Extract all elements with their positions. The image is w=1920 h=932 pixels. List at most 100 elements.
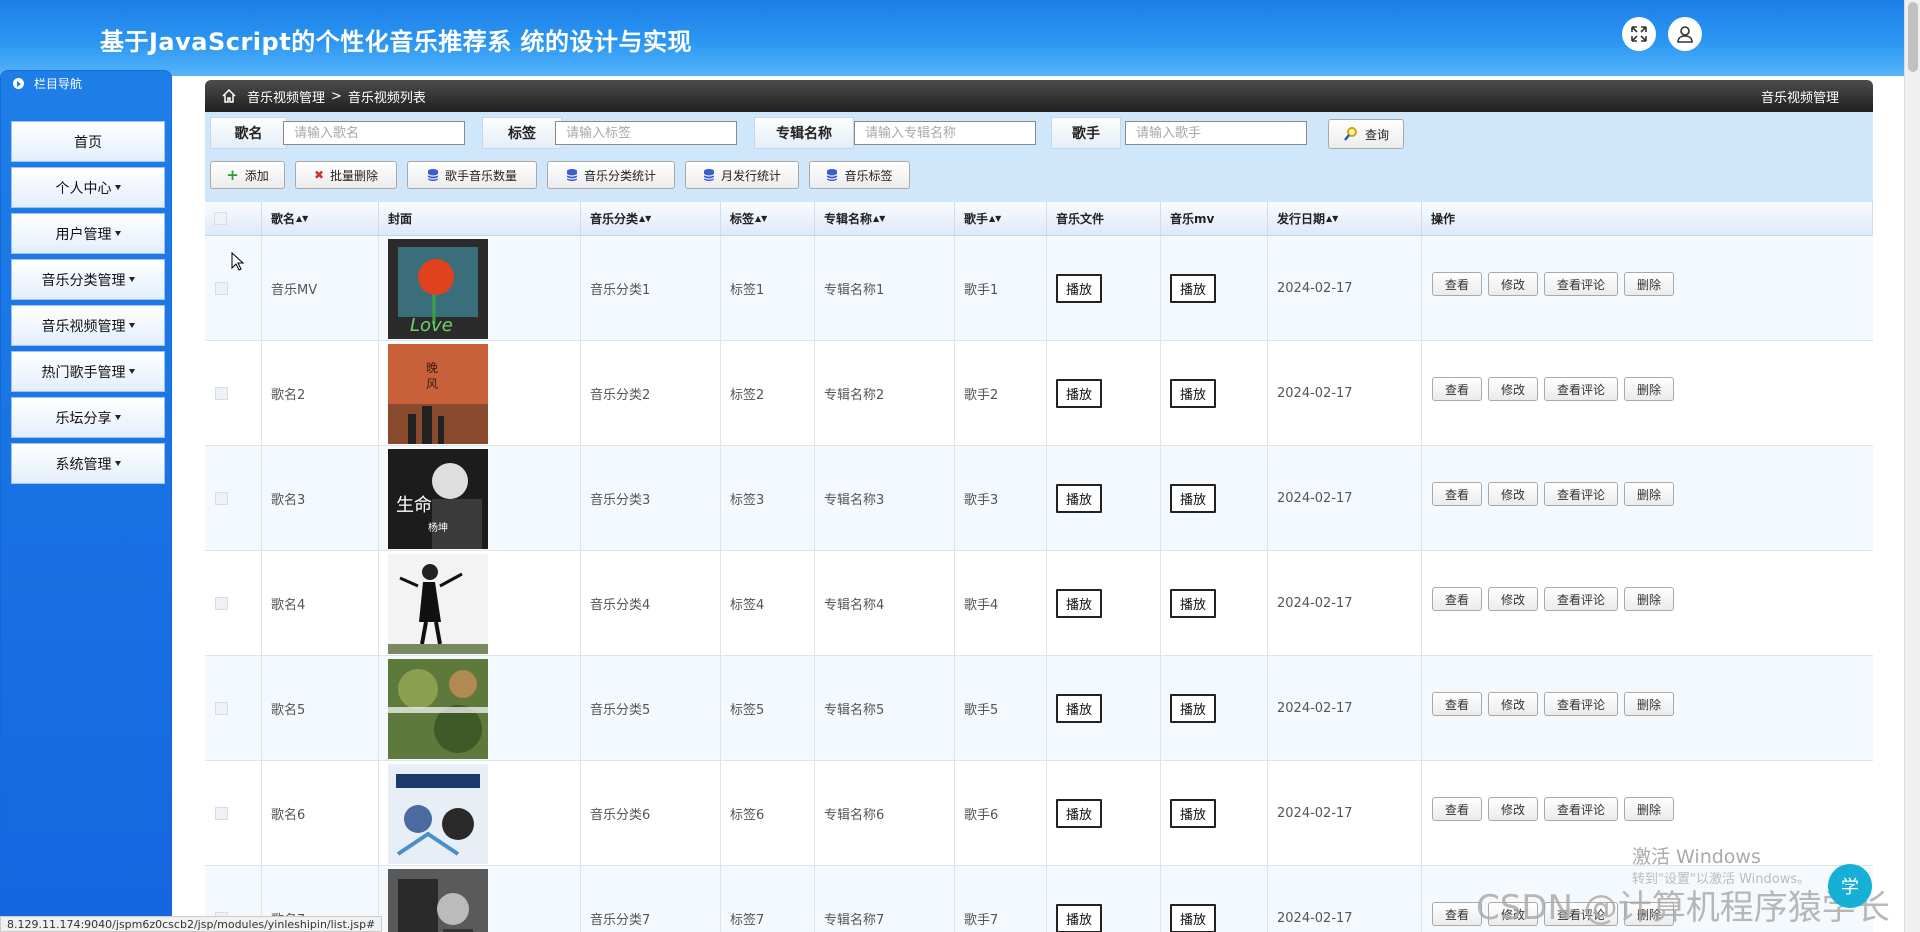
view-button[interactable]: 查看	[1432, 272, 1483, 296]
cover-image[interactable]	[388, 868, 488, 932]
cover-image[interactable]: 生命 杨坤	[388, 448, 488, 549]
play-mv-button[interactable]: 播放	[1170, 484, 1217, 513]
sidebar-item-personal[interactable]: 个人中心	[11, 167, 165, 208]
view-button[interactable]: 查看	[1432, 482, 1483, 506]
table-row: 歌名3 生命 杨坤 音乐分类3 标签3 专辑名称3 歌手3 播放 播放 2024-02-17 查看修…	[205, 446, 1873, 551]
row-checkbox[interactable]	[215, 702, 228, 715]
category-stats-button[interactable]: 音乐分类统计	[547, 161, 675, 189]
sidebar-item-share[interactable]: 乐坛分享	[11, 397, 165, 438]
row-checkbox[interactable]	[215, 597, 228, 610]
view-button[interactable]: 查看	[1432, 587, 1483, 611]
col-singer[interactable]: 歌手 ▲▼	[955, 202, 1047, 236]
cover-image[interactable]: Love	[388, 238, 488, 339]
play-music-button[interactable]: 播放	[1056, 274, 1103, 303]
delete-button[interactable]: 删除	[1624, 272, 1675, 296]
sidebar-item-users[interactable]: 用户管理	[11, 213, 165, 254]
table-cell: 2024-02-17	[1268, 236, 1422, 341]
view-comments-button[interactable]: 查看评论	[1544, 272, 1619, 296]
view-comments-button[interactable]: 查看评论	[1544, 797, 1619, 821]
delete-button[interactable]: 删除	[1624, 797, 1675, 821]
float-badge[interactable]: 学	[1828, 864, 1872, 908]
play-music-button[interactable]: 播放	[1056, 799, 1103, 828]
table-cell	[205, 761, 262, 866]
edit-button[interactable]: 修改	[1488, 377, 1539, 401]
view-comments-button[interactable]: 查看评论	[1544, 377, 1619, 401]
sidebar-item-singers[interactable]: 热门歌手管理	[11, 351, 165, 392]
play-music-button[interactable]: 播放	[1056, 379, 1103, 408]
table-cell: 标签3	[721, 446, 815, 551]
album-name: 专辑名称2	[824, 388, 885, 403]
play-mv-button[interactable]: 播放	[1170, 904, 1217, 932]
tag-input[interactable]	[555, 121, 737, 145]
play-mv-button[interactable]: 播放	[1170, 274, 1217, 303]
song-name-input[interactable]	[283, 121, 465, 145]
music-tags-button[interactable]: 音乐标签	[809, 161, 910, 189]
play-mv-button[interactable]: 播放	[1170, 589, 1217, 618]
edit-button[interactable]: 修改	[1488, 482, 1539, 506]
delete-button[interactable]: 删除	[1624, 587, 1675, 611]
page-scrollbar[interactable]	[1904, 0, 1920, 932]
delete-button[interactable]: 删除	[1624, 377, 1675, 401]
query-button[interactable]: 查询	[1328, 119, 1404, 149]
edit-button[interactable]: 修改	[1488, 272, 1539, 296]
edit-button[interactable]: 修改	[1488, 797, 1539, 821]
batch-delete-button[interactable]: ✖ 批量删除	[295, 161, 397, 189]
row-checkbox[interactable]	[215, 807, 228, 820]
monthly-stats-button[interactable]: 月发行统计	[685, 161, 799, 189]
cover-image[interactable]	[388, 658, 488, 759]
fullscreen-button[interactable]	[1622, 17, 1656, 51]
play-mv-button[interactable]: 播放	[1170, 379, 1217, 408]
cover-image[interactable]	[388, 763, 488, 864]
row-actions: 查看 修改 查看评论 删除	[1432, 377, 1680, 401]
cover-image[interactable]	[388, 553, 488, 654]
category: 音乐分类6	[590, 808, 651, 823]
view-button[interactable]: 查看	[1432, 692, 1483, 716]
view-comments-button[interactable]: 查看评论	[1544, 692, 1619, 716]
view-button[interactable]: 查看	[1432, 377, 1483, 401]
album-input[interactable]	[854, 121, 1036, 145]
table-cell	[379, 761, 581, 866]
home-icon[interactable]	[221, 88, 237, 104]
col-label: 发行日期	[1277, 212, 1326, 226]
tag: 标签2	[730, 388, 765, 403]
view-comments-button[interactable]: 查看评论	[1544, 587, 1619, 611]
scrollbar-thumb[interactable]	[1908, 2, 1918, 72]
table-cell: 2024-02-17	[1268, 446, 1422, 551]
edit-button[interactable]: 修改	[1488, 692, 1539, 716]
col-category[interactable]: 音乐分类 ▲▼	[581, 202, 721, 236]
release-date: 2024-02-17	[1277, 386, 1353, 401]
singer-input[interactable]	[1125, 121, 1307, 145]
delete-button[interactable]: 删除	[1624, 692, 1675, 716]
singer-count-button[interactable]: 歌手音乐数量	[407, 161, 537, 189]
table-cell: 播放	[1047, 446, 1161, 551]
col-tag[interactable]: 标签 ▲▼	[721, 202, 815, 236]
sidebar-item-videos[interactable]: 音乐视频管理	[11, 305, 165, 346]
sidebar-item-home[interactable]: 首页	[11, 121, 165, 162]
row-checkbox[interactable]	[215, 492, 228, 505]
row-checkbox[interactable]	[215, 282, 228, 295]
delete-button[interactable]: 删除	[1624, 482, 1675, 506]
play-music-button[interactable]: 播放	[1056, 694, 1103, 723]
sidebar-item-system[interactable]: 系统管理	[11, 443, 165, 484]
singer-label: 歌手	[1051, 117, 1121, 149]
user-profile-button[interactable]	[1668, 17, 1702, 51]
play-mv-button[interactable]: 播放	[1170, 694, 1217, 723]
table-cell: 播放	[1161, 551, 1268, 656]
edit-button[interactable]: 修改	[1488, 587, 1539, 611]
play-music-button[interactable]: 播放	[1056, 589, 1103, 618]
view-comments-button[interactable]: 查看评论	[1544, 482, 1619, 506]
play-mv-button[interactable]: 播放	[1170, 799, 1217, 828]
col-album[interactable]: 专辑名称 ▲▼	[815, 202, 955, 236]
play-music-button[interactable]: 播放	[1056, 904, 1103, 932]
col-release-date[interactable]: 发行日期 ▲▼	[1268, 202, 1422, 236]
cover-image[interactable]: 晚风	[388, 343, 488, 444]
breadcrumb-root[interactable]: 音乐视频管理	[247, 87, 325, 106]
col-song-name[interactable]: 歌名 ▲▼	[262, 202, 379, 236]
row-checkbox[interactable]	[215, 387, 228, 400]
view-button[interactable]: 查看	[1432, 902, 1483, 926]
select-all-checkbox[interactable]	[214, 212, 227, 225]
sidebar-item-categories[interactable]: 音乐分类管理	[11, 259, 165, 300]
add-button[interactable]: + 添加	[210, 161, 285, 189]
view-button[interactable]: 查看	[1432, 797, 1483, 821]
play-music-button[interactable]: 播放	[1056, 484, 1103, 513]
